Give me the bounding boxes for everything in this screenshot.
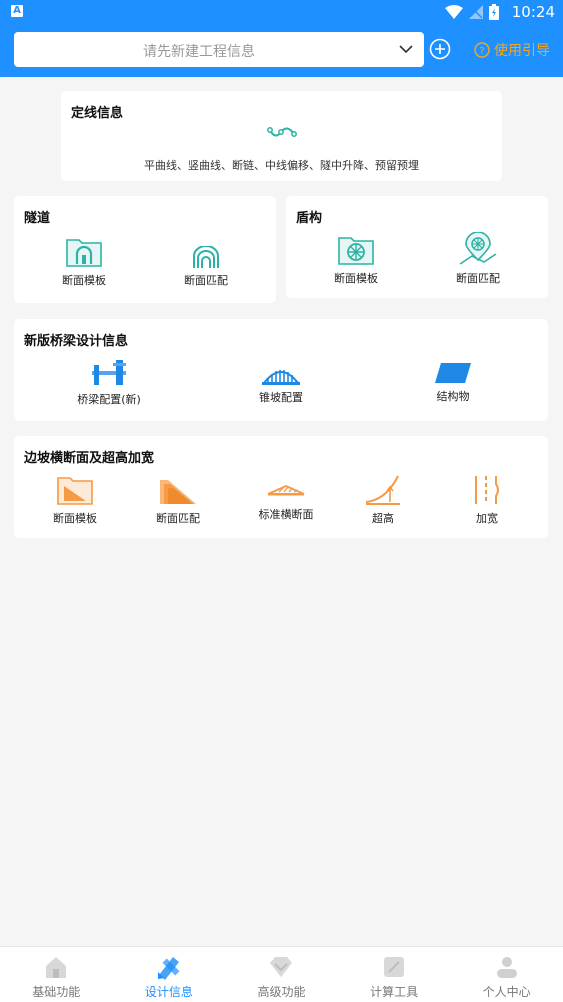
superelevation-label: 超高 — [372, 512, 394, 525]
bridge-title: 新版桥梁设计信息 — [24, 334, 129, 349]
app-notification-icon: A — [11, 5, 23, 17]
structure-label: 结构物 — [436, 390, 470, 403]
tab-basic-label: 基础功能 — [32, 985, 81, 999]
shield-template-button[interactable]: 断面模板 — [326, 234, 386, 286]
slope-template-label: 断面模板 — [53, 512, 97, 525]
bridge-config-label: 桥梁配置(新) — [77, 393, 141, 406]
widening-label: 加宽 — [476, 512, 498, 525]
standard-section-icon — [267, 485, 305, 496]
tunnel-match-button[interactable]: 断面匹配 — [176, 246, 236, 288]
shield-match-button[interactable]: 断面匹配 — [448, 232, 508, 286]
shield-title: 盾构 — [296, 211, 323, 226]
diamond-icon — [270, 957, 293, 977]
project-select-placeholder: 请先新建工程信息 — [143, 44, 255, 60]
standard-section-button[interactable]: 标准横断面 — [246, 480, 326, 522]
bridge-card: 新版桥梁设计信息 桥梁配置(新) 锥坡配置 结构物 — [14, 319, 548, 421]
tab-design[interactable]: 设计信息 — [113, 947, 226, 1002]
wifi-icon — [445, 5, 463, 19]
tunnel-match-label: 断面匹配 — [184, 274, 228, 287]
bridge-config-icon — [92, 360, 126, 385]
shield-match-icon — [459, 232, 497, 265]
design-tools-icon — [157, 957, 180, 980]
slope-template-button[interactable]: 断面模板 — [45, 474, 105, 526]
slope-match-button[interactable]: 断面匹配 — [148, 476, 208, 526]
tunnel-template-label: 断面模板 — [62, 274, 106, 287]
user-icon — [496, 957, 517, 978]
calculator-icon — [384, 957, 405, 977]
tunnel-title: 隧道 — [24, 211, 51, 226]
structure-button[interactable]: 结构物 — [413, 362, 493, 404]
shield-match-label: 断面匹配 — [456, 272, 500, 285]
battery-icon — [489, 4, 499, 20]
tunnel-template-button[interactable]: 断面模板 — [54, 236, 114, 288]
tab-design-label: 设计信息 — [144, 985, 193, 999]
add-project-button[interactable] — [429, 38, 451, 60]
home-icon — [46, 957, 67, 978]
top-bar: A 10:24 请先新建工程信息 ? 使用引导 — [0, 0, 563, 77]
cone-slope-label: 锥坡配置 — [259, 391, 303, 404]
status-bar: A 10:24 — [0, 0, 563, 24]
shield-card: 盾构 断面模板 断面匹配 — [286, 196, 548, 298]
tunnel-template-icon — [66, 239, 102, 267]
tab-advanced[interactable]: 高级功能 — [225, 947, 338, 1002]
superelevation-icon — [365, 475, 400, 505]
help-icon: ? — [474, 42, 490, 58]
tunnel-card: 隧道 断面模板 断面匹配 — [14, 196, 276, 303]
bottom-nav: 基础功能 设计信息 高级功能 计算工具 个人中心 — [0, 946, 563, 1002]
project-select[interactable]: 请先新建工程信息 — [14, 32, 424, 67]
tab-calc-label: 计算工具 — [370, 985, 419, 999]
no-signal-icon — [469, 5, 483, 19]
shield-template-label: 断面模板 — [334, 272, 378, 285]
slope-match-icon — [160, 480, 196, 504]
superelevation-button[interactable]: 超高 — [353, 474, 413, 526]
slope-template-icon — [57, 477, 93, 505]
standard-section-label: 标准横断面 — [258, 508, 314, 521]
curve-icon — [267, 127, 297, 137]
alignment-card[interactable]: 定线信息 平曲线、竖曲线、断链、中线偏移、隧中升降、预留预埋 — [61, 91, 502, 181]
cone-slope-icon — [262, 370, 300, 385]
system-icons — [445, 3, 499, 21]
cone-slope-button[interactable]: 锥坡配置 — [241, 363, 321, 405]
tab-calc[interactable]: 计算工具 — [338, 947, 451, 1002]
clock: 10:24 — [511, 3, 555, 21]
tab-basic[interactable]: 基础功能 — [0, 947, 113, 1002]
chevron-down-icon — [399, 45, 413, 54]
guide-button[interactable]: ? 使用引导 — [474, 40, 550, 60]
slope-card: 边坡横断面及超高加宽 断面模板 断面匹配 标准横断面 超高 加宽 — [14, 436, 548, 538]
tab-profile-label: 个人中心 — [482, 985, 531, 999]
alignment-title: 定线信息 — [71, 106, 124, 121]
slope-match-label: 断面匹配 — [156, 512, 200, 525]
slope-title: 边坡横断面及超高加宽 — [24, 451, 155, 466]
widening-button[interactable]: 加宽 — [457, 474, 517, 526]
tab-advanced-label: 高级功能 — [257, 985, 306, 999]
shield-template-icon — [338, 237, 374, 265]
tab-profile[interactable]: 个人中心 — [450, 947, 563, 1002]
svg-text:?: ? — [479, 46, 484, 57]
guide-label: 使用引导 — [494, 43, 550, 59]
alignment-subtitle: 平曲线、竖曲线、断链、中线偏移、隧中升降、预留预埋 — [144, 159, 419, 172]
widening-icon — [475, 476, 499, 504]
structure-icon — [435, 363, 471, 383]
bridge-config-button[interactable]: 桥梁配置(新) — [69, 357, 149, 407]
tunnel-match-icon — [193, 246, 219, 268]
